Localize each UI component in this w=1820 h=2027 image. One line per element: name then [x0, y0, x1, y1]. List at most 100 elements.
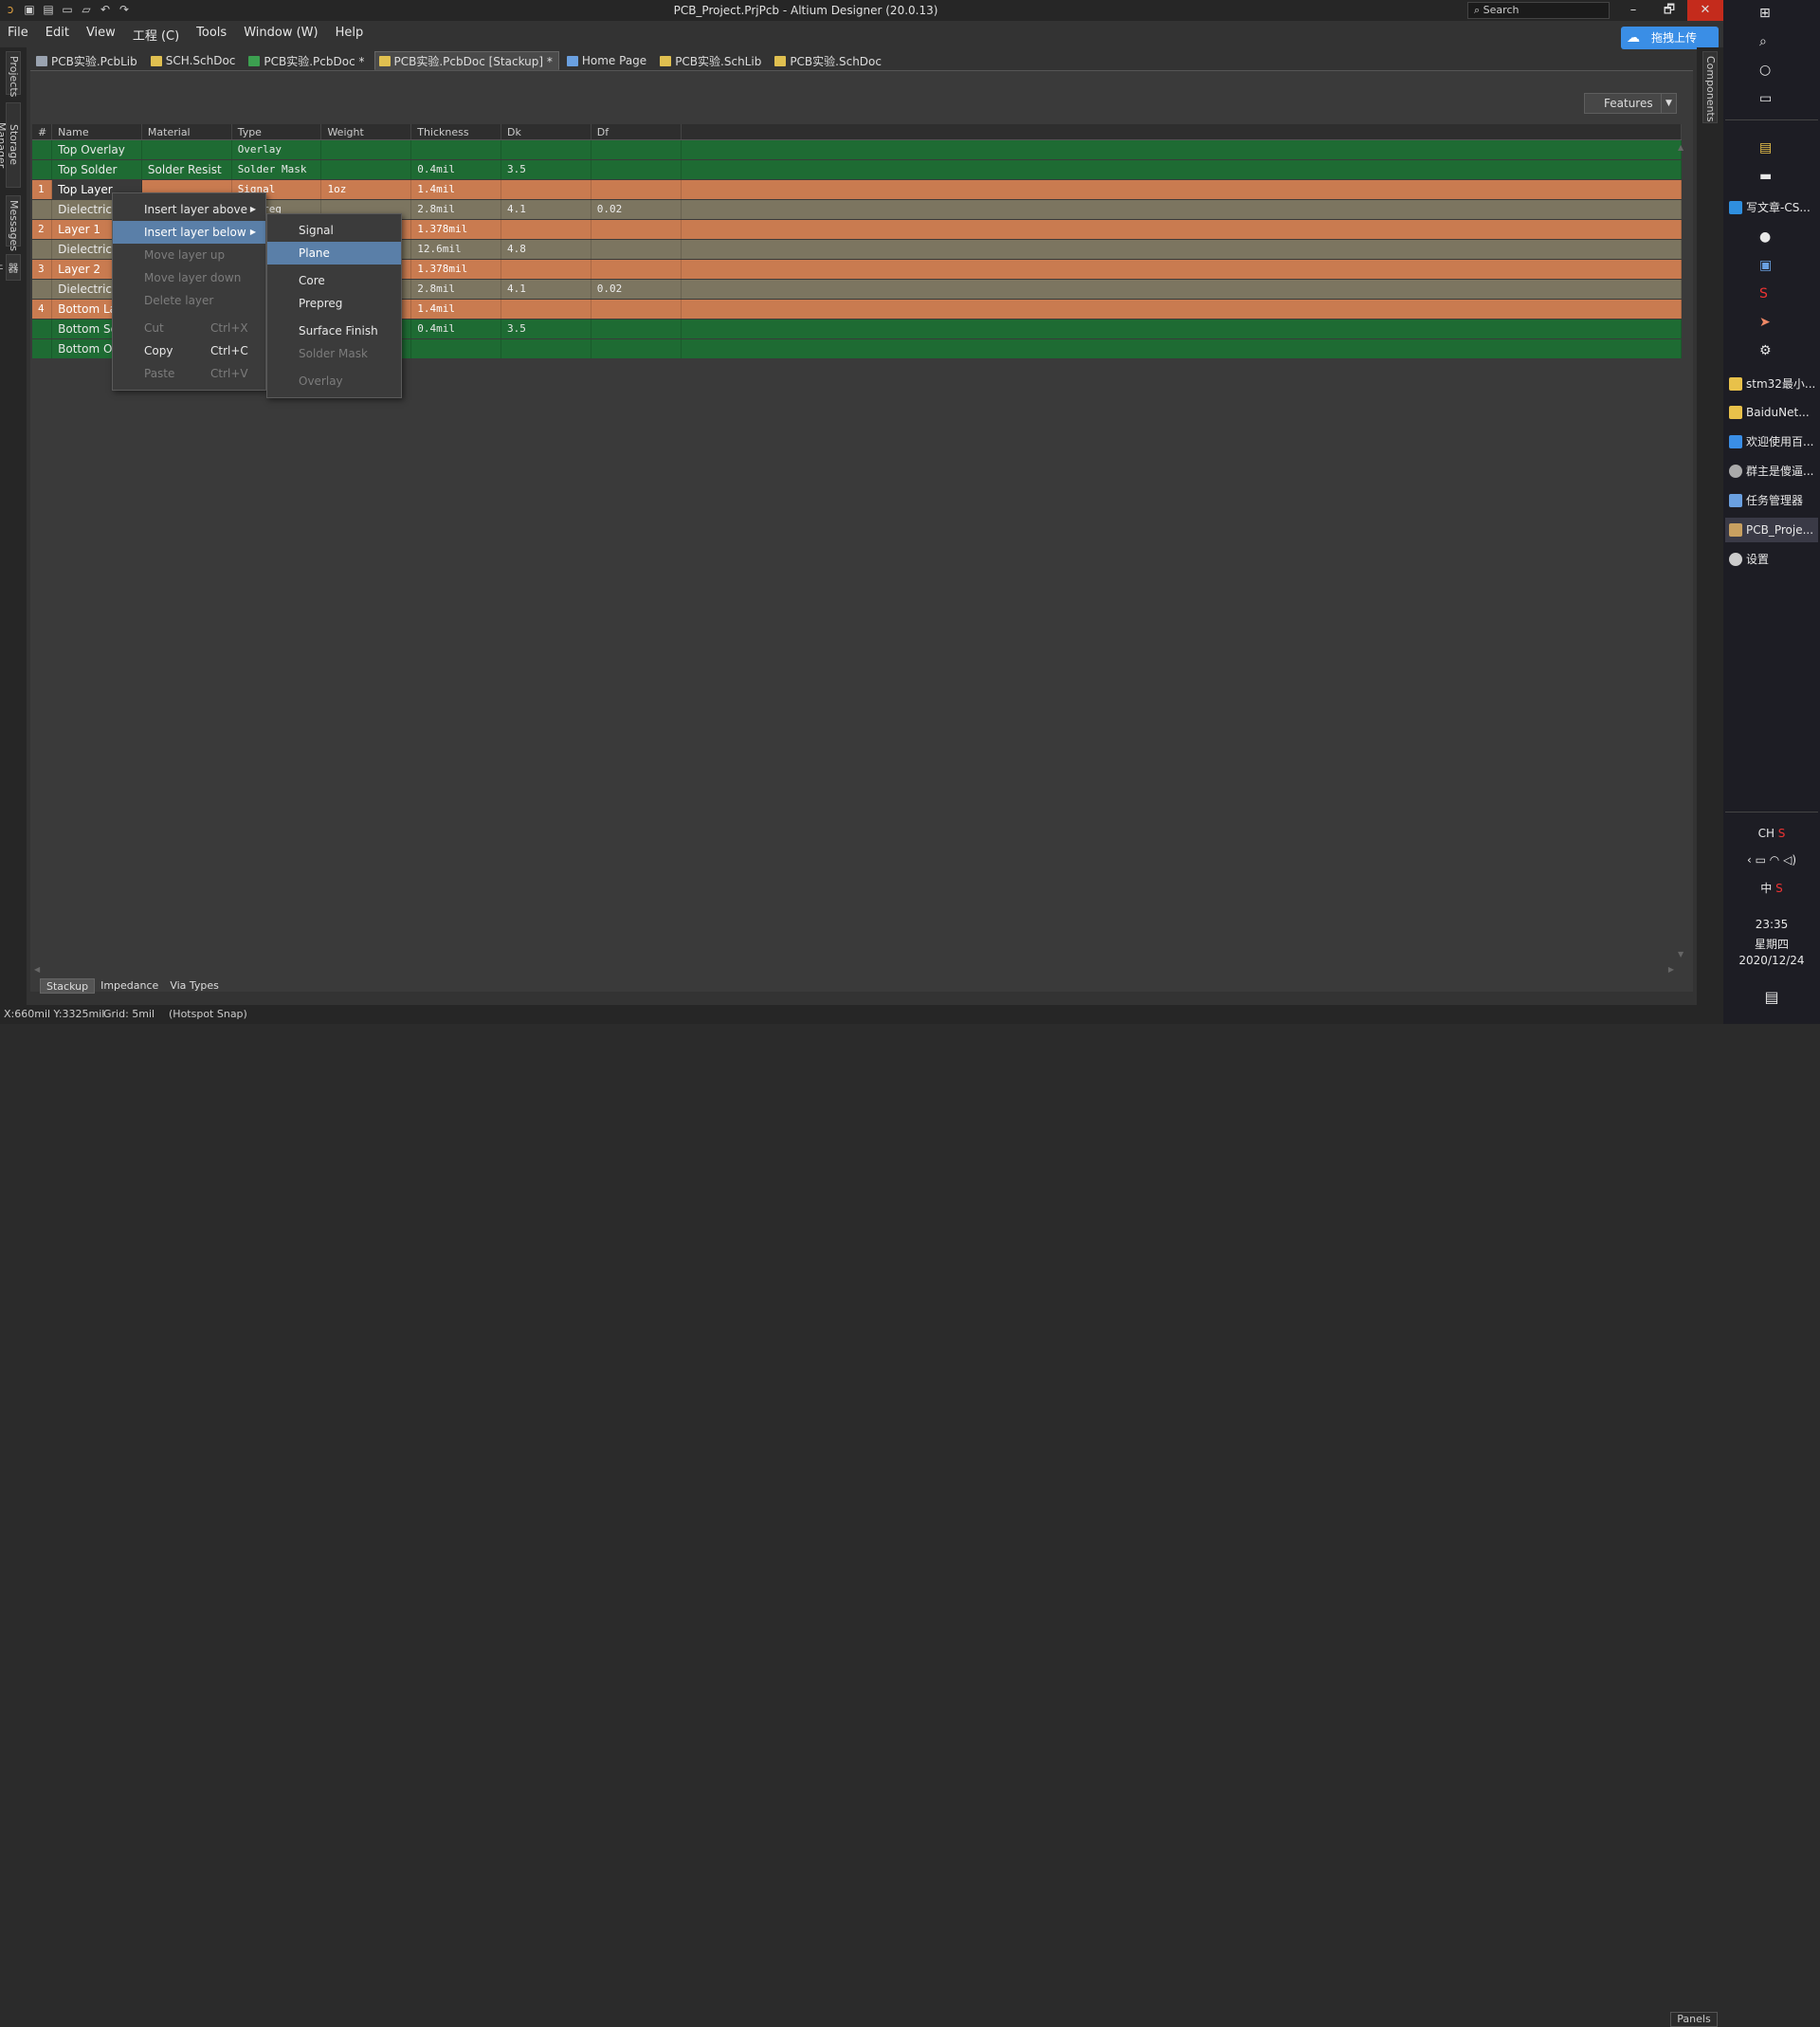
doc-tab-stackup[interactable]: PCB实验.PcbDoc [Stackup] * — [373, 51, 559, 70]
doc-tab-pcblib[interactable]: PCB实验.PcbLib — [32, 51, 143, 70]
restore-button[interactable]: 🗗 — [1651, 0, 1687, 21]
menu-insert-layer-above[interactable]: Insert layer above ▶ — [113, 198, 265, 221]
cell-thickness[interactable]: 2.8mil — [411, 280, 501, 299]
cell-thickness[interactable]: 1.4mil — [411, 300, 501, 319]
cell-thickness[interactable] — [411, 339, 501, 358]
cell-df[interactable] — [592, 220, 682, 239]
menu-cut[interactable]: Cut Ctrl+X — [113, 317, 265, 339]
cell-weight[interactable] — [321, 140, 412, 159]
menu-insert-layer-below[interactable]: Insert layer below ▶ — [113, 221, 265, 244]
cell-dk[interactable] — [501, 300, 592, 319]
taskbar-app[interactable]: BaiduNet... — [1725, 400, 1818, 425]
submenu-signal[interactable]: Signal — [267, 219, 401, 242]
scroll-left-icon[interactable]: ◀ — [34, 965, 40, 974]
scroll-up-icon[interactable]: ▲ — [1678, 143, 1684, 152]
cell-num[interactable]: 2 — [32, 220, 53, 239]
cell-material[interactable] — [142, 140, 232, 159]
column-header[interactable]: Type — [232, 124, 322, 139]
panel-tab-components[interactable]: Components — [1702, 51, 1718, 123]
taskbar-app[interactable]: 设置 — [1725, 547, 1818, 572]
taskbar-app[interactable]: 群主是傻逼... — [1725, 459, 1818, 484]
cell-thickness[interactable]: 0.4mil — [411, 160, 501, 179]
column-header[interactable]: Name — [52, 124, 142, 139]
column-header[interactable]: Df — [592, 124, 682, 139]
tab-via-types[interactable]: Via Types — [164, 978, 225, 994]
cell-num[interactable] — [32, 280, 53, 299]
notification-icon[interactable]: ▤ — [1723, 988, 1820, 1006]
upload-button[interactable]: ☁ 拖拽上传 — [1621, 27, 1719, 49]
volume-icon[interactable]: ◁) — [1783, 853, 1796, 867]
panels-button[interactable]: Panels — [1670, 2012, 1718, 2027]
battery-icon[interactable]: ▭ — [1756, 853, 1766, 867]
pinned-notes[interactable]: ▤ — [1723, 138, 1820, 159]
cell-thickness[interactable]: 1.4mil — [411, 180, 501, 199]
horizontal-scrollbar[interactable]: ◀ ▶ — [34, 965, 1674, 975]
cell-df[interactable] — [592, 260, 682, 279]
column-header[interactable]: Thickness — [411, 124, 501, 139]
column-header[interactable]: # — [32, 124, 53, 139]
menu-file[interactable]: File — [0, 23, 36, 44]
menu-move-layer-down[interactable]: Move layer down — [113, 266, 265, 289]
panel-tab-components-cn[interactable]: 器件 — [0, 254, 21, 281]
menu-delete-layer[interactable]: Delete layer — [113, 289, 265, 312]
menu-edit[interactable]: Edit — [38, 23, 77, 44]
cell-dk[interactable] — [501, 260, 592, 279]
cell-df[interactable] — [592, 339, 682, 358]
task-view-button[interactable]: ▭ — [1723, 89, 1820, 110]
doc-tab-schlib[interactable]: PCB实验.SchLib — [656, 51, 767, 70]
menu-copy[interactable]: Copy Ctrl+C — [113, 339, 265, 362]
cell-df[interactable] — [592, 320, 682, 338]
cell-num[interactable] — [32, 140, 53, 159]
doc-tab-sch-schdoc[interactable]: SCH.SchDoc — [147, 51, 242, 70]
cell-dk[interactable] — [501, 339, 592, 358]
menu-help[interactable]: Help — [328, 23, 372, 44]
cell-weight[interactable]: 1oz — [321, 180, 412, 199]
cortana-button[interactable]: ○ — [1723, 61, 1820, 82]
search-input[interactable]: ⌕ Search — [1467, 2, 1610, 19]
cell-num[interactable] — [32, 339, 53, 358]
cell-thickness[interactable] — [411, 140, 501, 159]
chevron-down-icon[interactable]: ▼ — [1661, 94, 1676, 113]
cell-weight[interactable] — [321, 160, 412, 179]
taskbar-app[interactable]: 任务管理器 — [1725, 488, 1818, 513]
taskbar-app[interactable]: stm32最小... — [1725, 372, 1818, 396]
clock-time[interactable]: 23:35 — [1723, 918, 1820, 931]
wifi-icon[interactable]: ◠ — [1770, 853, 1779, 867]
cell-dk[interactable]: 3.5 — [501, 320, 592, 338]
cell-dk[interactable]: 3.5 — [501, 160, 592, 179]
pinned-app[interactable]: ▬ — [1723, 167, 1820, 188]
cell-dk[interactable] — [501, 140, 592, 159]
taskbar-app[interactable]: 写文章-CS... — [1725, 195, 1818, 220]
pinned-app[interactable]: ● — [1723, 228, 1820, 248]
doc-tab-schdoc[interactable]: PCB实验.SchDoc — [771, 51, 887, 70]
cell-df[interactable]: 0.02 — [592, 200, 682, 219]
chevron-left-icon[interactable]: ‹ — [1747, 853, 1752, 867]
panel-tab-storage-manager[interactable]: Storage Manager — [0, 102, 21, 188]
menu-window[interactable]: Window (W) — [236, 23, 325, 44]
submenu-overlay[interactable]: Overlay — [267, 370, 401, 393]
tab-stackup[interactable]: Stackup — [40, 978, 96, 994]
menu-view[interactable]: View — [79, 23, 123, 44]
menu-paste[interactable]: Paste Ctrl+V — [113, 362, 265, 385]
cell-material[interactable]: Solder Resist — [142, 160, 232, 179]
taskbar-app[interactable]: 欢迎使用百... — [1725, 429, 1818, 454]
taskbar-search-button[interactable]: ⌕ — [1723, 32, 1820, 53]
cell-type[interactable]: Solder Mask — [232, 160, 322, 179]
scroll-down-icon[interactable]: ▼ — [1678, 950, 1684, 959]
cell-num[interactable] — [32, 160, 53, 179]
menu-tools[interactable]: Tools — [189, 23, 234, 44]
cell-df[interactable]: 0.02 — [592, 280, 682, 299]
input-mode[interactable]: 中 S — [1723, 880, 1820, 896]
table-row[interactable]: Top Overlay Overlay — [32, 140, 1682, 160]
cell-df[interactable] — [592, 140, 682, 159]
cell-num[interactable]: 4 — [32, 300, 53, 319]
cell-thickness[interactable]: 2.8mil — [411, 200, 501, 219]
start-button[interactable]: ⊞ — [1723, 4, 1820, 25]
cell-thickness[interactable]: 1.378mil — [411, 260, 501, 279]
cell-name[interactable]: Top Solder — [52, 160, 142, 179]
taskbar-app-active[interactable]: PCB_Proje... — [1725, 518, 1818, 542]
submenu-surface-finish[interactable]: Surface Finish — [267, 320, 401, 342]
close-button[interactable]: ✕ — [1687, 0, 1723, 21]
cell-dk[interactable] — [501, 180, 592, 199]
pinned-app[interactable]: ⚙ — [1723, 341, 1820, 362]
